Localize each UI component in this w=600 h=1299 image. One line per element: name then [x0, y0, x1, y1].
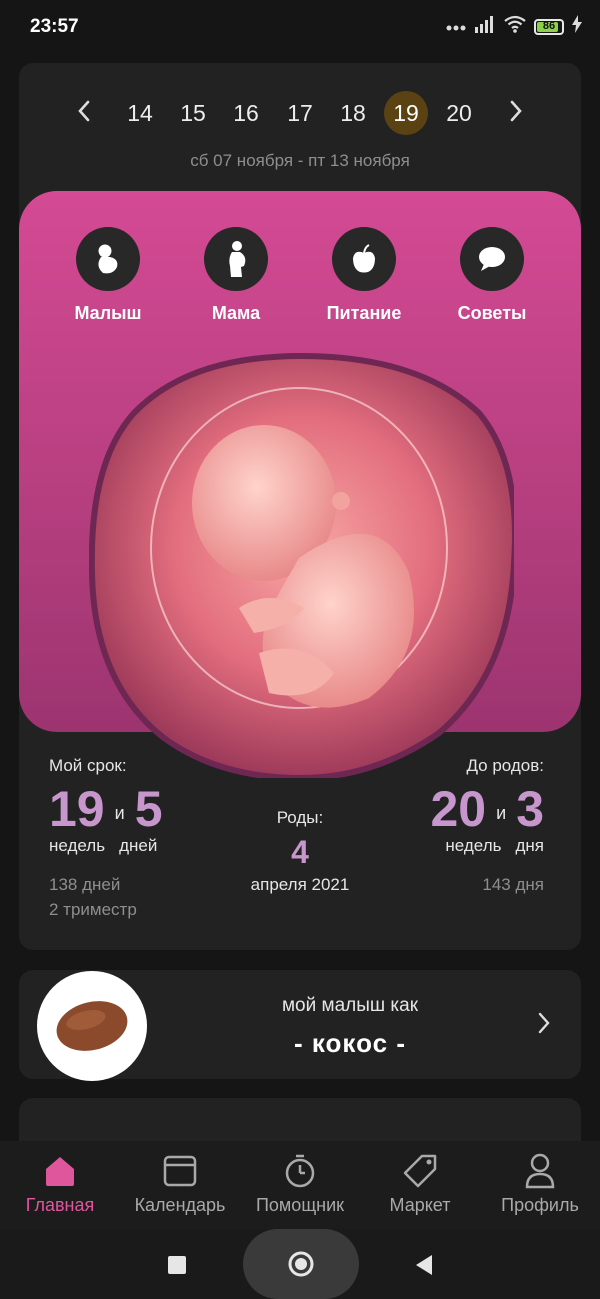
tab-assistant[interactable]: Помощник — [240, 1153, 360, 1216]
signal-icon — [474, 15, 496, 38]
tab-label: Помощник — [255, 1195, 344, 1215]
week-item[interactable]: 17 — [278, 91, 322, 135]
week-item[interactable]: 15 — [171, 91, 215, 135]
pregnancy-week-card: 14 15 16 17 18 19 20 сб 07 ноября - пт 1… — [19, 63, 581, 950]
home-button[interactable] — [243, 1229, 359, 1299]
remaining-total-days: 143 дня — [482, 875, 544, 894]
home-icon — [0, 1153, 120, 1189]
more-dots-icon — [446, 18, 466, 36]
pregnant-woman-icon — [229, 241, 246, 277]
category-label: Советы — [457, 303, 527, 323]
category-label: Малыш — [74, 303, 142, 323]
until-birth: До родов: 20 и 3 недель дня 143 дня — [431, 756, 545, 897]
category-baby[interactable]: Малыш — [43, 227, 173, 324]
baby-icon — [98, 244, 118, 274]
tab-calendar[interactable]: Календарь — [120, 1153, 240, 1216]
remaining-weeks-value: 20 — [430, 781, 487, 837]
tag-icon — [360, 1153, 480, 1189]
and-label: и — [496, 803, 507, 823]
until-birth-title: До родов: — [466, 756, 544, 775]
charging-icon — [572, 15, 582, 38]
prev-week-button[interactable] — [69, 94, 99, 128]
back-button[interactable] — [414, 1254, 434, 1281]
coconut-icon — [56, 1001, 128, 1051]
baby-size-caption: мой малыш как — [281, 995, 419, 1016]
triangle-back-icon — [416, 1255, 432, 1275]
apple-icon — [353, 244, 375, 273]
baby-size-card[interactable]: мой малыш как - кокос - — [19, 970, 581, 1081]
calendar-icon — [120, 1153, 240, 1189]
baby-size-fruit: - кокос - — [294, 1028, 406, 1058]
remaining-weeks-unit: недель — [445, 836, 502, 855]
tab-market[interactable]: Маркет — [360, 1153, 480, 1216]
week-item-active[interactable]: 19 — [384, 91, 428, 135]
tab-label: Главная — [25, 1195, 95, 1215]
recents-button[interactable] — [168, 1256, 186, 1279]
fetus-illustration — [89, 353, 514, 778]
category-label: Мама — [211, 303, 261, 323]
square-icon — [168, 1256, 186, 1274]
chevron-right-icon — [537, 1012, 551, 1039]
tab-label: Календарь — [134, 1195, 226, 1215]
chevron-left-icon — [78, 100, 90, 122]
tab-label: Профиль — [501, 1195, 579, 1215]
category-mom[interactable]: Мама — [171, 227, 301, 324]
week-item[interactable]: 16 — [224, 91, 268, 135]
remaining-days-unit: дня — [515, 836, 544, 855]
week-selector: 14 15 16 17 18 19 20 — [19, 91, 581, 135]
next-week-button[interactable] — [501, 94, 531, 128]
chat-bubble-icon — [479, 247, 505, 271]
tab-profile[interactable]: Профиль — [480, 1153, 600, 1216]
tab-label: Маркет — [389, 1195, 451, 1215]
user-icon — [480, 1153, 600, 1189]
system-nav-bar — [0, 1229, 600, 1299]
battery-level: 86 — [542, 19, 556, 32]
status-time: 23:57 — [30, 16, 79, 37]
tab-home[interactable]: Главная — [0, 1153, 120, 1216]
status-bar: 23:57 86 — [0, 0, 600, 56]
bottom-tab-bar: Главная Календарь Помощник Маркет Профил… — [0, 1141, 600, 1229]
term-trimester: 2 триместр — [49, 900, 137, 919]
week-date-range: сб 07 ноября - пт 13 ноября — [190, 151, 410, 170]
category-nutrition[interactable]: Питание — [299, 227, 429, 324]
chevron-right-icon — [510, 100, 522, 122]
fruit-image — [37, 971, 147, 1081]
status-icons: 86 — [446, 15, 582, 38]
wifi-icon — [504, 15, 526, 38]
circle-icon — [288, 1251, 314, 1277]
remaining-days-value: 3 — [516, 781, 544, 837]
week-item[interactable]: 14 — [118, 91, 162, 135]
timer-icon — [240, 1153, 360, 1189]
category-tips[interactable]: Советы — [427, 227, 557, 324]
week-item[interactable]: 20 — [437, 91, 481, 135]
week-item[interactable]: 18 — [331, 91, 375, 135]
category-label: Питание — [326, 303, 402, 323]
battery-indicator: 86 — [534, 18, 564, 35]
my-term-title: Мой срок: — [49, 756, 127, 775]
